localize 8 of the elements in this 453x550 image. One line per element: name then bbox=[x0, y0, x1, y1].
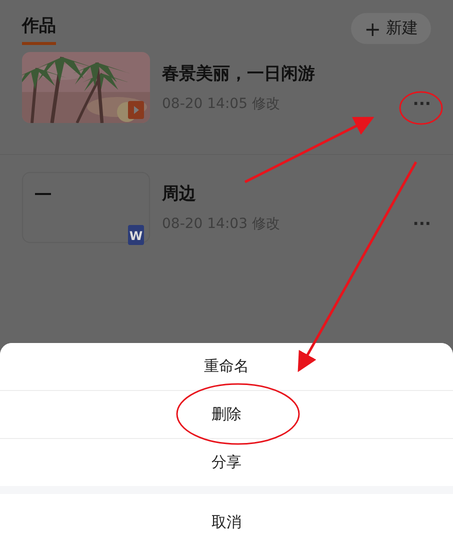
video-icon bbox=[128, 101, 144, 119]
text-line-icon bbox=[35, 193, 51, 195]
word-file-icon: W bbox=[128, 225, 144, 245]
work-title: 周边 bbox=[162, 183, 197, 206]
work-title: 春景美丽，一日闲游 bbox=[162, 63, 316, 86]
annotation-ellipse bbox=[399, 91, 443, 125]
menu-item[interactable]: 重命名 bbox=[0, 343, 453, 391]
new-button[interactable]: + 新建 bbox=[351, 13, 431, 44]
